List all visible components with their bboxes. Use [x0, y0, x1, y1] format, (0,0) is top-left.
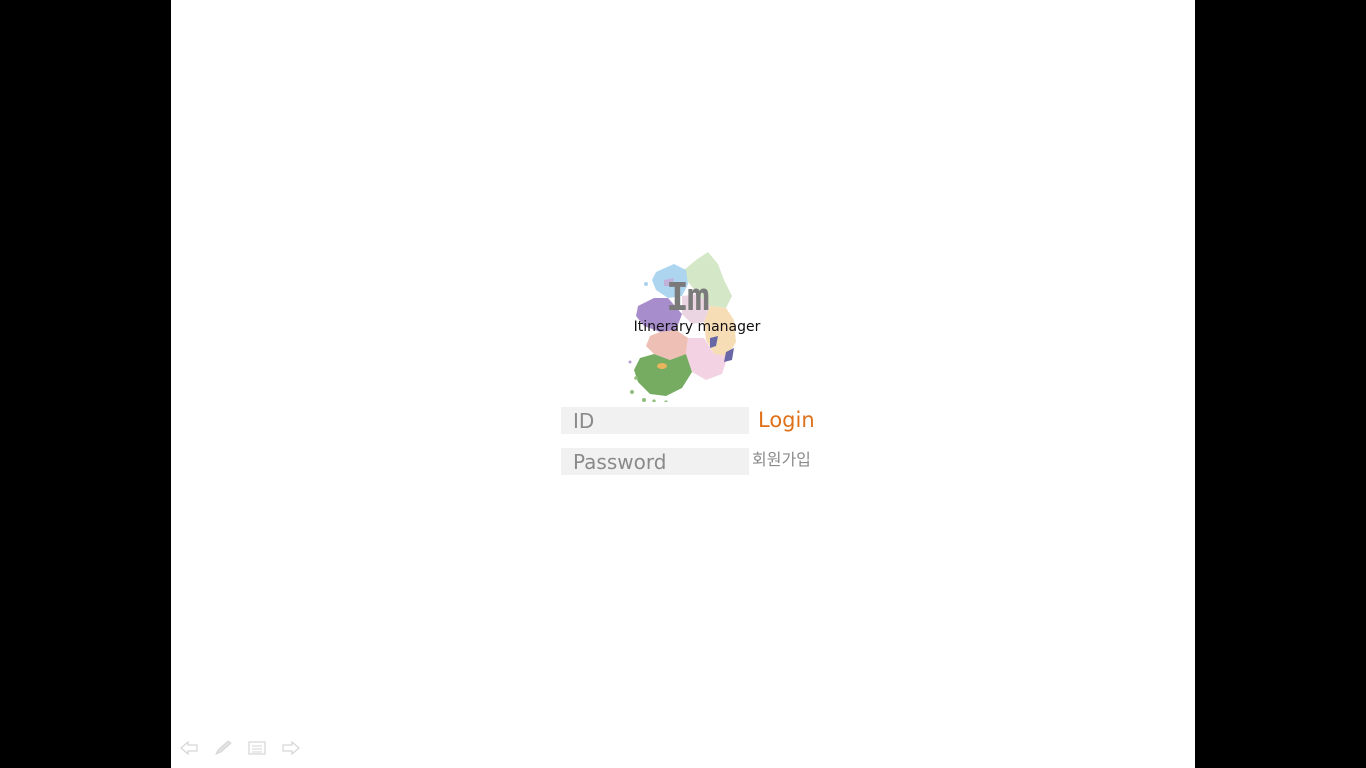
- next-arrow-icon[interactable]: [281, 738, 301, 758]
- app-logo: Im Itinerary manager: [626, 250, 776, 402]
- signup-link[interactable]: 회원가입: [752, 450, 811, 469]
- logo-mark: Im: [666, 275, 710, 319]
- slideshow-controls: [179, 738, 301, 758]
- id-input[interactable]: [561, 407, 749, 434]
- password-input[interactable]: [561, 448, 749, 475]
- pen-icon[interactable]: [213, 738, 233, 758]
- previous-arrow-icon[interactable]: [179, 738, 199, 758]
- slide-canvas: Im Itinerary manager Login 회원가입: [171, 0, 1195, 768]
- menu-icon[interactable]: [247, 738, 267, 758]
- login-button[interactable]: Login: [758, 408, 815, 433]
- logo-name: Itinerary manager: [633, 319, 761, 335]
